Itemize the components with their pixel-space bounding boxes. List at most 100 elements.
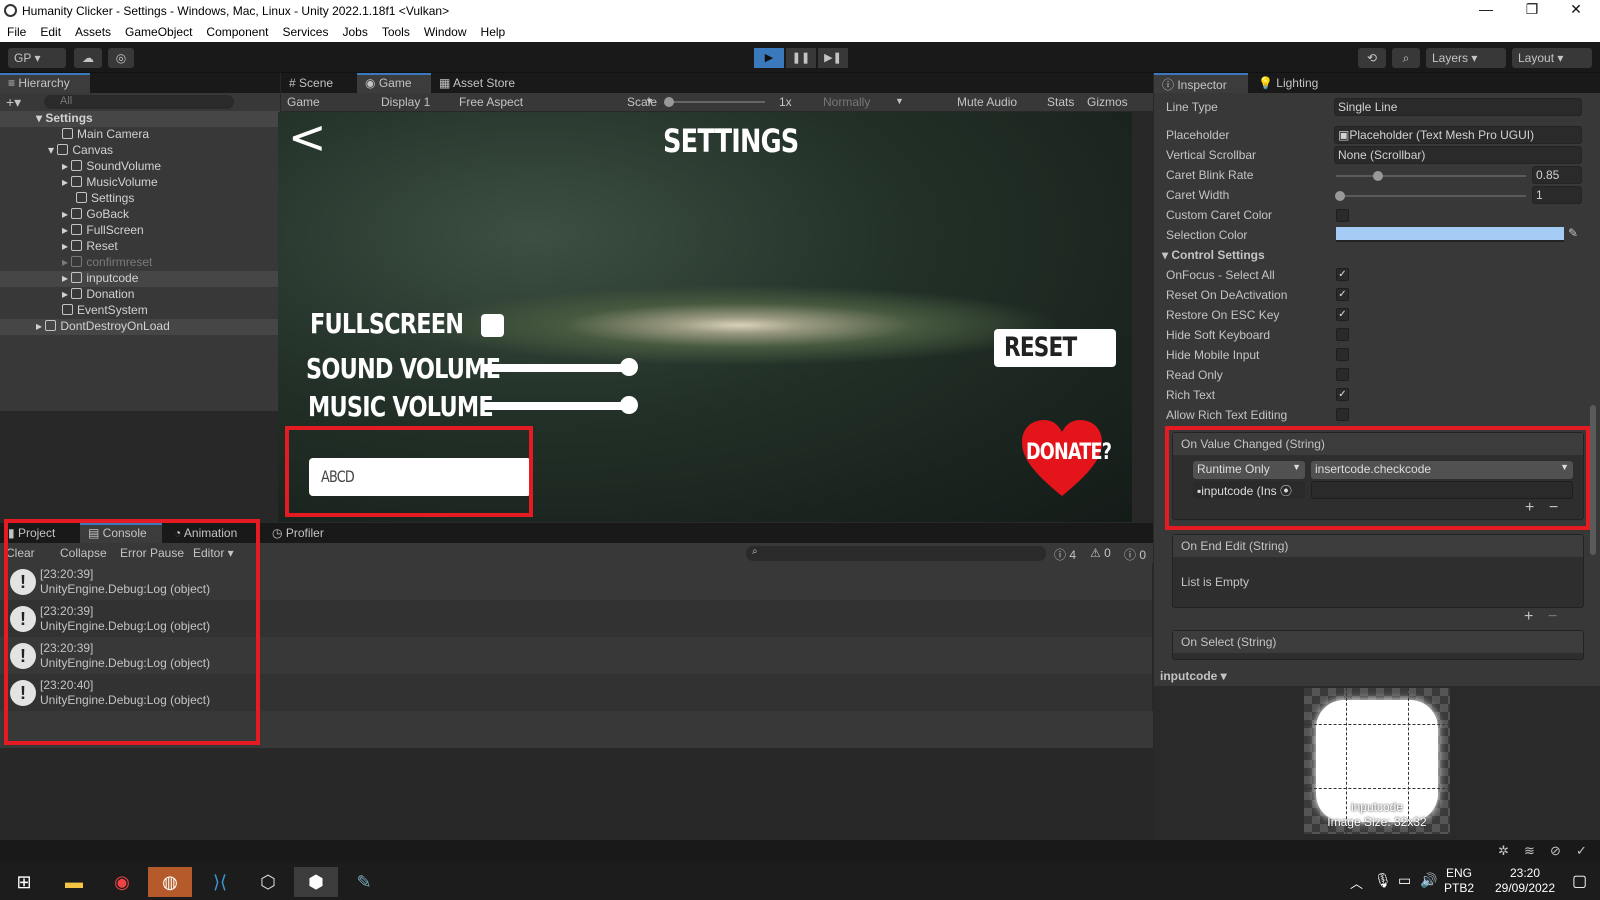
cloud-icon[interactable]: ☁ [74,48,102,68]
pause-button[interactable]: ❚❚ [786,48,816,68]
tab-game[interactable]: ◉ Game [357,73,431,93]
onfocus-checkbox[interactable]: ✓ [1336,268,1349,281]
remove-listener-button[interactable]: − [1548,608,1557,626]
rich-text-checkbox[interactable]: ✓ [1336,388,1349,401]
menu-tools[interactable]: Tools [375,22,417,39]
layout-dropdown[interactable]: Layout ▾ [1512,48,1592,68]
tab-hierarchy[interactable]: ≡ Hierarchy [0,73,90,93]
paint-icon[interactable]: ✎ [342,867,386,897]
stats-button[interactable]: Stats [1047,95,1074,109]
menu-assets[interactable]: Assets [68,22,118,39]
chrome-icon[interactable]: ◉ [100,867,144,897]
menu-help[interactable]: Help [474,22,513,39]
network-icon[interactable]: ▭ [1398,872,1411,889]
caret-width-slider[interactable] [1336,195,1526,197]
caret-blink-slider[interactable] [1336,175,1526,177]
reset-deactivation-checkbox[interactable]: ✓ [1336,288,1349,301]
hide-mobile-input-checkbox[interactable] [1336,348,1349,361]
music-volume-slider[interactable] [481,402,631,410]
gizmos-button[interactable]: Gizmos [1087,95,1128,109]
tab-profiler[interactable]: ◷ Profiler [264,523,344,543]
caret-blink-value[interactable]: 0.85 [1532,166,1582,184]
scale-slider[interactable] [665,101,765,103]
sound-volume-handle[interactable] [620,358,638,376]
account-button[interactable]: GP ▾ [8,48,66,68]
app-icon[interactable]: ◍ [148,867,192,897]
scene-settings[interactable]: ▾ Settings [0,111,280,127]
menu-edit[interactable]: Edit [33,22,68,39]
mute-audio-button[interactable]: Mute Audio [957,95,1017,109]
list-item[interactable]: ▸ FullScreen [0,223,280,239]
menu-file[interactable]: File [0,22,33,39]
list-item[interactable]: ▸ confirmreset [0,255,280,271]
custom-caret-checkbox[interactable] [1336,209,1349,222]
info-count[interactable]: ⓘ 4 [1054,546,1076,563]
unity-hub-icon[interactable]: ⬡ [246,867,290,897]
play-button[interactable]: ▶ [754,48,784,68]
tray-chevron-icon[interactable]: ︿ [1350,873,1363,892]
tab-inspector[interactable]: ⓘ Inspector [1154,73,1248,93]
list-item[interactable]: ▸ SoundVolume [0,159,280,175]
error-count[interactable]: ⓘ 0 [1124,546,1146,563]
tab-lighting[interactable]: 💡 Lighting [1250,73,1340,93]
check-circle-icon[interactable]: ✓ [1576,843,1587,859]
add-icon[interactable]: +▾ [6,94,21,111]
bug-icon[interactable]: ✲ [1498,843,1509,859]
scene-dontdestroy[interactable]: ▸ DontDestroyOnLoad [0,319,280,335]
notifications-icon[interactable]: ▢ [1572,871,1587,891]
language-indicator[interactable]: ENG PTB2 [1444,866,1474,896]
read-only-checkbox[interactable] [1336,368,1349,381]
list-item-selected[interactable]: ▸ inputcode [0,271,280,287]
game-mode-dropdown[interactable]: Game [287,95,320,109]
vscode-icon[interactable]: ⟩⟨ [198,867,242,897]
restore-esc-checkbox[interactable]: ✓ [1336,308,1349,321]
debug-off-icon[interactable]: ⊘ [1550,843,1561,859]
reset-save-button[interactable]: RESET SAVE [994,329,1116,367]
list-item[interactable]: Main Camera [0,127,280,143]
caret-width-value[interactable]: 1 [1532,186,1582,204]
hierarchy-search-input[interactable]: All [44,95,234,109]
control-settings-header[interactable]: ▾ Control Settings [1162,248,1265,266]
eyedropper-icon[interactable]: ✎ [1568,226,1578,240]
windows-start-icon[interactable]: ⊞ [2,867,46,897]
music-volume-handle[interactable] [620,396,638,414]
step-button[interactable]: ▶❚ [818,48,848,68]
add-listener-button[interactable]: + [1524,608,1533,626]
list-item[interactable]: ▸ Donation [0,287,280,303]
list-item[interactable]: Settings [0,191,280,207]
menu-component[interactable]: Component [199,22,275,39]
file-explorer-icon[interactable]: ▬ [52,867,96,897]
preview-dropdown[interactable]: inputcode ▾ [1154,666,1600,686]
tab-asset-store[interactable]: ▦ Asset Store [431,73,541,93]
menu-jobs[interactable]: Jobs [335,22,374,39]
fullscreen-toggle[interactable] [481,314,504,337]
inspector-scrollbar[interactable] [1590,405,1596,555]
list-item[interactable]: ▸ MusicVolume [0,175,280,191]
aspect-dropdown[interactable]: Free Aspect [459,95,523,109]
menu-window[interactable]: Window [417,22,474,39]
scrollbar-field[interactable]: None (Scrollbar) [1334,146,1582,164]
history-icon[interactable]: ⟲ [1358,48,1386,68]
list-item[interactable]: ▸ Reset [0,239,280,255]
hide-soft-keyboard-checkbox[interactable] [1336,328,1349,341]
collab-icon[interactable]: ◎ [108,48,134,68]
list-item[interactable]: EventSystem [0,303,280,319]
warning-count[interactable]: ⚠ 0 [1090,546,1111,560]
donate-button[interactable]: DONATE? [1020,418,1112,498]
tab-scene[interactable]: # Scene [281,73,357,93]
layers-dropdown[interactable]: Layers ▾ [1426,48,1506,68]
clock[interactable]: 23:20 29/09/2022 [1490,866,1560,896]
caret-width-handle[interactable] [1335,191,1345,201]
scale-slider-handle[interactable] [664,97,674,107]
display-dropdown[interactable]: Display 1 [381,95,430,109]
volume-icon[interactable]: 🔊 [1420,872,1437,889]
maximize-button[interactable]: ❐ [1512,1,1552,18]
search-icon[interactable]: ⌕ [1392,48,1420,68]
caret-blink-handle[interactable] [1373,171,1383,181]
close-button[interactable]: ✕ [1556,1,1596,18]
selection-color-swatch[interactable] [1336,227,1564,242]
placeholder-field[interactable]: ▣Placeholder (Text Mesh Pro UGUI) [1334,126,1582,144]
stack-icon[interactable]: ≋ [1524,843,1535,859]
unity-editor-icon[interactable]: ⬢ [294,867,338,897]
sound-volume-slider[interactable] [481,364,631,372]
